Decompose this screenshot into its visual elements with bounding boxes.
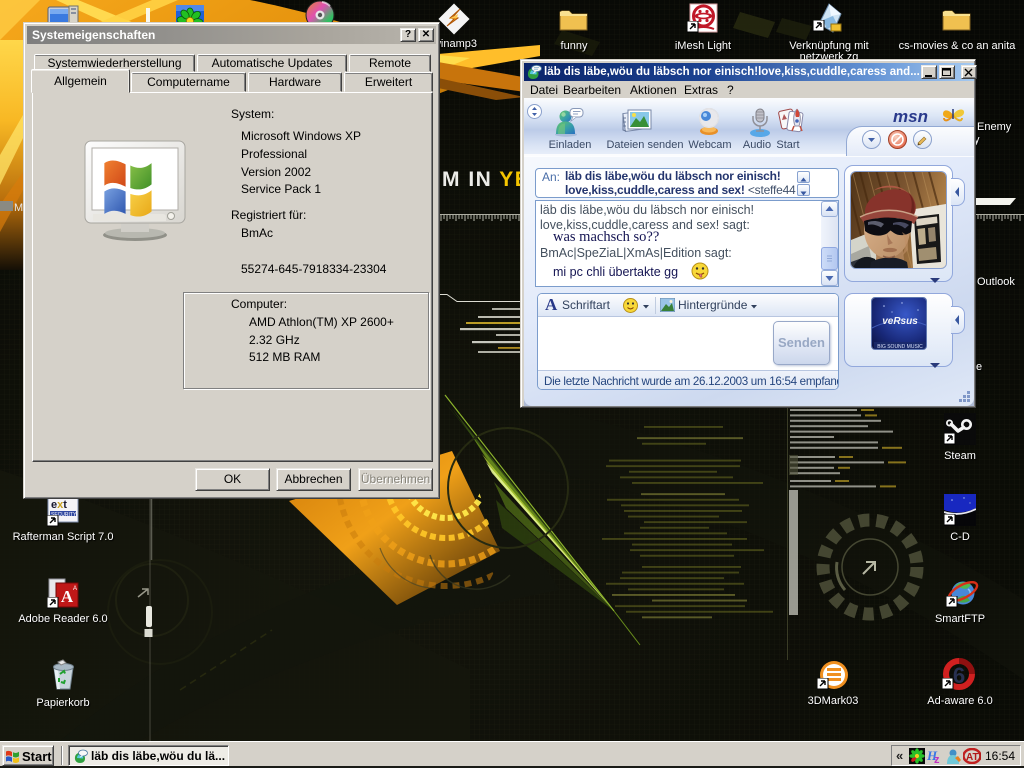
svg-text:M: M bbox=[14, 202, 23, 214]
svg-text:6: 6 bbox=[953, 663, 965, 688]
svg-text:ext: ext bbox=[51, 499, 67, 511]
svg-text:BIG SOUND MUSIC: BIG SOUND MUSIC bbox=[877, 344, 923, 350]
svg-text:ATI: ATI bbox=[966, 752, 981, 763]
svg-text:A: A bbox=[61, 587, 74, 606]
svg-text:A: A bbox=[73, 586, 77, 592]
svg-text:msn: msn bbox=[893, 107, 928, 126]
svg-text:veRsus: veRsus bbox=[882, 316, 918, 327]
svg-text:z: z bbox=[934, 754, 940, 764]
